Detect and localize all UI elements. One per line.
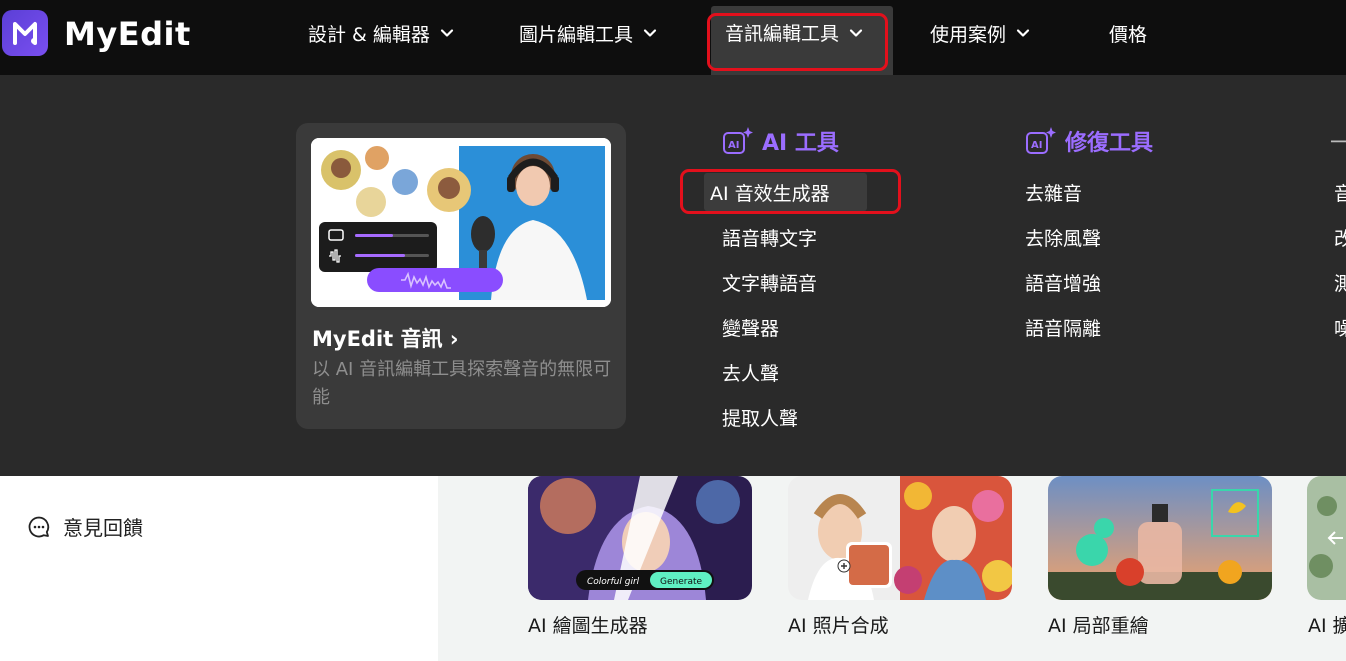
menu-third-item-2[interactable]: 改 — [1328, 218, 1346, 256]
menu-speech-enhance[interactable]: 語音增強 — [1019, 263, 1107, 301]
card-label[interactable]: AI 局部重繪 — [1048, 611, 1149, 638]
menu-speech-to-text[interactable]: 語音轉文字 — [716, 218, 823, 256]
card-ai-photo-merge[interactable] — [788, 476, 1012, 600]
chevron-down-icon — [1016, 29, 1030, 37]
third-column-heading: 一 — [1330, 131, 1346, 156]
ai-tools-heading: AI AI 工具 — [722, 125, 839, 157]
nav-use-cases[interactable]: 使用案例 — [916, 6, 1044, 60]
ai-sparkle-icon: AI — [1026, 127, 1056, 154]
nav-label: 圖片編輯工具 — [519, 23, 634, 46]
menu-text-to-speech[interactable]: 文字轉語音 — [716, 263, 823, 301]
menu-third-item-1[interactable]: 音 — [1328, 173, 1346, 211]
top-navigation-bar: MyEdit 設計 & 編輯器 圖片編輯工具 音訊編輯工具 使用案例 價格 — [0, 0, 1346, 75]
card-label[interactable]: AI 照片合成 — [788, 611, 889, 638]
left-sidebar — [0, 476, 438, 661]
card-label[interactable]: AI 擴 — [1308, 611, 1346, 638]
audio-tools-dropdown-panel: MyEdit 音訊 › 以 AI 音訊編輯工具探索聲音的無限可能 AI AI 工… — [0, 75, 1346, 476]
nav-label: 使用案例 — [930, 23, 1007, 46]
menu-noise-reduction[interactable]: 去雜音 — [1019, 173, 1088, 211]
chevron-down-icon — [440, 29, 454, 37]
chevron-down-icon — [849, 28, 863, 37]
card-overlay-button: Generate — [660, 577, 702, 587]
menu-wind-removal[interactable]: 去除風聲 — [1019, 218, 1107, 256]
card-label[interactable]: AI 繪圖生成器 — [528, 611, 648, 638]
menu-voice-isolation[interactable]: 語音隔離 — [1019, 308, 1107, 346]
column-heading-text: AI 工具 — [762, 131, 839, 156]
svg-text:AI: AI — [728, 140, 739, 151]
menu-vocal-extractor[interactable]: 提取人聲 — [716, 398, 804, 436]
myedit-logo-icon[interactable] — [2, 10, 48, 56]
menu-ai-sound-effect-generator[interactable]: AI 音效生成器 — [704, 173, 867, 211]
chevron-right-icon: › — [449, 327, 459, 351]
nav-image-tools[interactable]: 圖片編輯工具 — [505, 6, 671, 60]
nav-audio-tools[interactable]: 音訊編輯工具 — [711, 6, 893, 75]
card-overlay-text: Colorful girl — [587, 577, 640, 587]
column-heading-text: 修復工具 — [1065, 131, 1154, 156]
nav-label: 價格 — [1109, 23, 1148, 46]
menu-third-item-4[interactable]: 噪 — [1328, 308, 1346, 346]
menu-third-item-3[interactable]: 測 — [1328, 263, 1346, 301]
feedback-label: 意見回饋 — [63, 516, 143, 540]
menu-vocal-remover[interactable]: 去人聲 — [716, 353, 785, 391]
promo-title-text: MyEdit 音訊 — [312, 327, 443, 351]
card-ai-image-generator[interactable]: Colorful girl Generate — [528, 476, 752, 600]
promo-image — [311, 138, 611, 307]
ai-sparkle-icon: AI — [723, 127, 753, 154]
promo-description: 以 AI 音訊編輯工具探索聲音的無限可能 — [312, 359, 612, 408]
chevron-down-icon — [643, 29, 657, 37]
brand-name[interactable]: MyEdit — [64, 15, 191, 53]
card-ai-expand[interactable] — [1307, 476, 1346, 600]
repair-tools-heading: AI 修復工具 — [1025, 125, 1153, 157]
menu-voice-changer[interactable]: 變聲器 — [716, 308, 785, 346]
nav-pricing[interactable]: 價格 — [1095, 6, 1161, 60]
svg-text:AI: AI — [1031, 140, 1042, 151]
feedback-link[interactable]: 意見回饋 — [27, 512, 143, 541]
nav-label: 音訊編輯工具 — [725, 23, 840, 45]
chat-bubble-icon — [28, 516, 50, 537]
card-ai-inpaint[interactable] — [1048, 476, 1272, 600]
nav-label: 設計 & 編輯器 — [308, 23, 430, 46]
nav-design-editor[interactable]: 設計 & 編輯器 — [294, 6, 468, 60]
promo-card[interactable]: MyEdit 音訊 › 以 AI 音訊編輯工具探索聲音的無限可能 — [296, 123, 626, 429]
promo-title[interactable]: MyEdit 音訊 › — [312, 323, 458, 353]
